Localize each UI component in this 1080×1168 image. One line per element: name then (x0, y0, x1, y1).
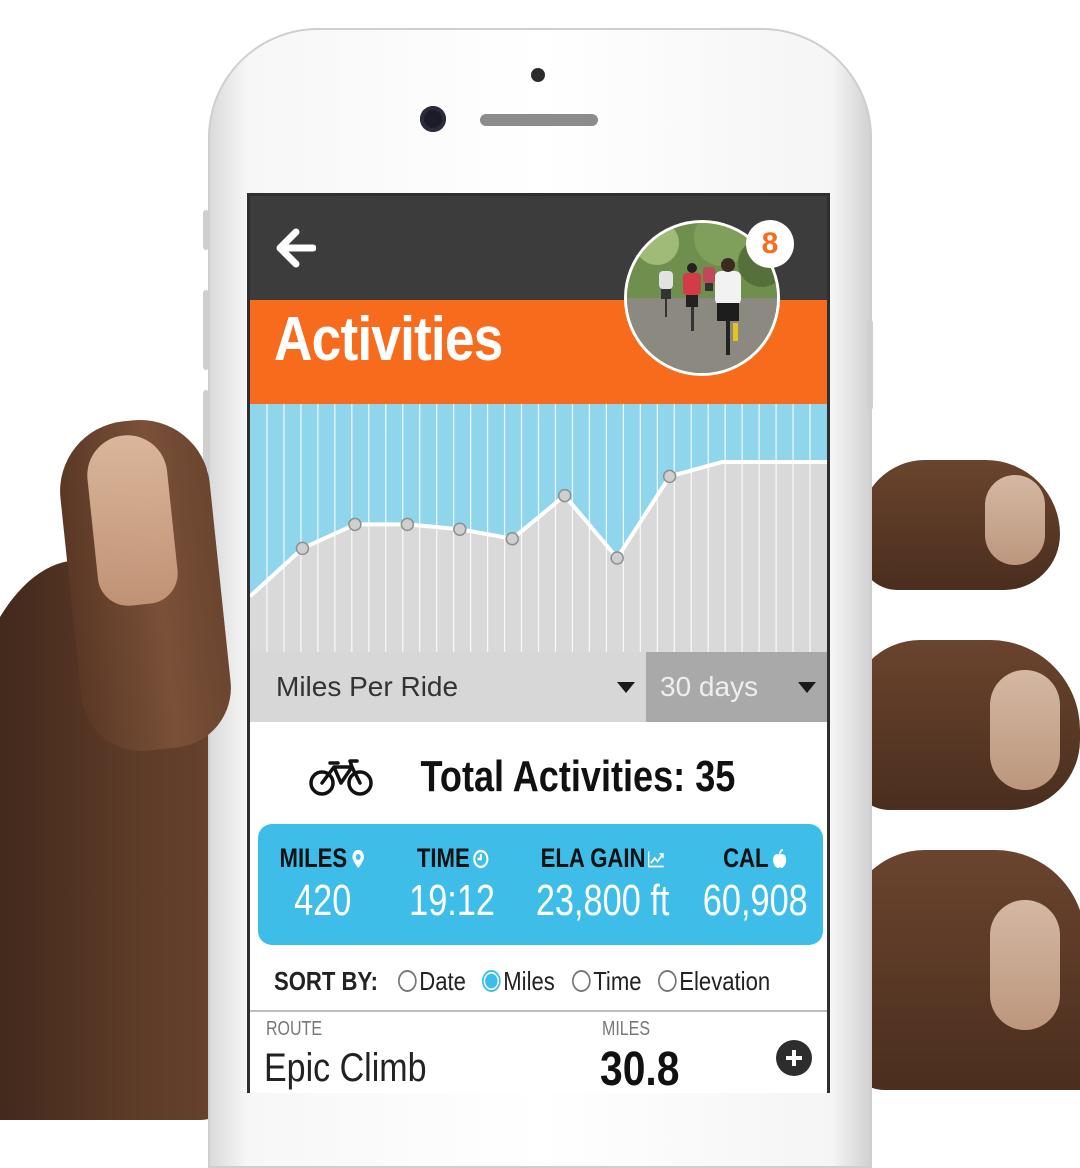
stat-time-value: 19:12 (409, 876, 496, 925)
metric-dropdown[interactable]: Miles Per Ride (250, 652, 646, 722)
sort-option-miles[interactable]: Miles (482, 966, 555, 997)
fingernail (990, 670, 1060, 790)
range-dropdown[interactable]: 30 days (646, 652, 827, 722)
stat-label: CAL (724, 843, 788, 874)
sort-option-elevation[interactable]: Elevation (657, 965, 770, 997)
stat-calories-label: CAL (723, 843, 770, 873)
range-dropdown-label: 30 days (660, 671, 759, 702)
back-arrow-icon[interactable] (276, 228, 316, 268)
route-miles: 30.8 (600, 1043, 680, 1093)
chart-point (557, 488, 572, 503)
miles-chart (250, 404, 827, 654)
fingernail (990, 900, 1060, 1030)
sort-label: SORT BY: (274, 965, 378, 996)
sort-option-label: Miles (503, 965, 556, 996)
stat-time-label: TIME (416, 843, 470, 873)
chart-svg (250, 404, 827, 654)
proximity-sensor (531, 68, 545, 82)
earpiece-speaker (480, 114, 598, 126)
sort-option-label: Date (419, 965, 467, 996)
route-name[interactable]: Epic Climb (264, 1046, 426, 1091)
total-activities-label: Total Activities: 35 (420, 752, 735, 801)
caret-down-icon (617, 682, 635, 693)
stat-elevation-value: 23,800 ft (535, 876, 670, 925)
stat-calories: CAL 60,908 (688, 824, 823, 945)
caret-down-icon (798, 682, 816, 693)
divider (250, 1010, 827, 1012)
stat-label: MILES (280, 843, 367, 874)
bike-icon (308, 759, 373, 796)
sort-option-label: Time (593, 965, 642, 996)
chart-point (348, 517, 362, 532)
chart-point (295, 541, 310, 556)
stat-calories-value: 60,908 (703, 876, 809, 925)
chart-point (610, 551, 624, 565)
stat-label: ELA GAIN (541, 843, 665, 874)
radio-button[interactable] (657, 970, 677, 992)
fingernail (985, 475, 1045, 565)
chart-point (400, 517, 415, 532)
stat-time: TIME 19:12 (388, 824, 518, 945)
volume-up-button (203, 290, 209, 370)
radio-button[interactable] (398, 970, 417, 992)
stat-elevation: ELA GAIN 23,800 ft (517, 824, 688, 945)
stat-label: TIME (416, 843, 488, 874)
radio-button[interactable] (571, 970, 591, 992)
add-button[interactable] (776, 1040, 812, 1076)
chart-point (453, 522, 467, 536)
front-camera (420, 106, 446, 132)
column-header-miles: MILES (602, 1018, 651, 1040)
plus-icon (786, 1050, 802, 1066)
mute-switch (203, 210, 209, 250)
app-screen: Activities 8 Miles Per Ride 30 days Tota… (247, 193, 830, 1093)
trend-icon (648, 851, 665, 867)
location-pin-icon (352, 849, 364, 868)
chart-point (505, 532, 520, 546)
stat-miles-value: 420 (294, 876, 352, 925)
sort-option-date[interactable]: Date (398, 966, 466, 997)
stat-miles: MILES 420 (258, 824, 388, 945)
apple-icon (773, 848, 787, 868)
page-title: Activities (274, 305, 503, 374)
stats-panel: MILES 420 TIME 19:12 ELA GAIN 23,800 ft … (258, 824, 823, 945)
metric-dropdown-label: Miles Per Ride (276, 671, 459, 702)
notification-badge[interactable]: 8 (746, 220, 794, 268)
stat-miles-label: MILES (279, 843, 348, 873)
volume-down-button (203, 390, 209, 470)
column-header-route: ROUTE (266, 1018, 322, 1040)
total-activities: Total Activities: 35 (250, 746, 827, 808)
chart-point (662, 469, 677, 484)
power-button (867, 320, 873, 410)
stat-elevation-label: ELA GAIN (540, 843, 646, 873)
radio-button-selected[interactable] (482, 970, 501, 992)
sort-controls: SORT BY: Date Miles Time Elevation (274, 958, 827, 1004)
clock-icon (472, 849, 488, 868)
sort-option-label: Elevation (678, 965, 770, 996)
sort-option-time[interactable]: Time (571, 965, 642, 997)
